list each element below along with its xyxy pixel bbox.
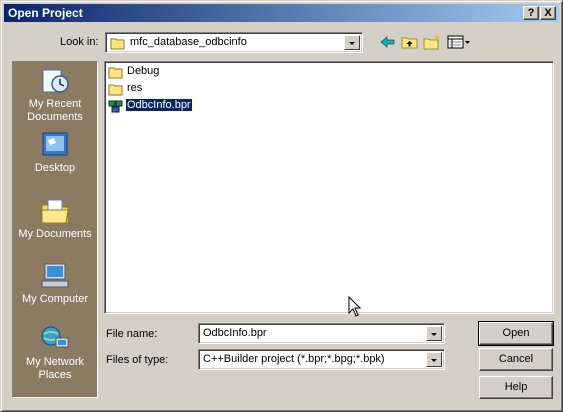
view-menu-icon[interactable] xyxy=(446,33,472,51)
cancel-button[interactable]: Cancel xyxy=(479,348,553,371)
help-button[interactable]: Help xyxy=(479,376,553,399)
place-network-places[interactable]: My Network Places xyxy=(13,324,97,382)
place-label: My Network Places xyxy=(25,356,85,381)
file-name-field[interactable]: OdbcInfo.bpr xyxy=(198,323,445,344)
place-desktop[interactable]: Desktop xyxy=(13,130,97,175)
file-name: res xyxy=(127,82,143,94)
files-of-type-label: Files of type: xyxy=(106,354,169,366)
file-name-label: File name: xyxy=(106,328,158,340)
project-file-icon xyxy=(108,100,123,113)
chevron-down-icon[interactable] xyxy=(426,352,442,367)
new-folder-icon[interactable] xyxy=(422,33,442,51)
up-one-level-icon[interactable] xyxy=(400,33,420,51)
back-icon[interactable] xyxy=(378,33,398,51)
file-name: OdbcInfo.bpr xyxy=(125,98,193,112)
help-caption-button[interactable]: ? xyxy=(523,6,539,20)
folder-icon xyxy=(108,67,123,79)
recent-documents-icon xyxy=(42,69,69,93)
folder-icon xyxy=(110,38,125,50)
file-name: Debug xyxy=(127,65,160,77)
dialog-title: Open Project xyxy=(8,6,83,20)
place-label: My Documents xyxy=(18,228,92,240)
mouse-cursor-icon xyxy=(348,296,362,317)
look-in-dropdown[interactable]: mfc_database_odbcinfo xyxy=(105,32,363,53)
place-label: Desktop xyxy=(34,162,76,174)
place-my-computer[interactable]: My Computer xyxy=(13,261,97,306)
files-of-type-dropdown[interactable]: C++Builder project (*.bpr;*.bpg;*.bpk) xyxy=(198,349,445,370)
look-in-label: Look in: xyxy=(60,36,99,48)
open-project-dialog: Open Project ? X Look in: mfc_database_o… xyxy=(0,0,563,412)
chevron-down-icon[interactable] xyxy=(426,326,442,341)
desktop-icon xyxy=(42,132,68,156)
open-button[interactable]: Open xyxy=(478,321,554,346)
my-computer-icon xyxy=(41,263,69,288)
chevron-down-icon[interactable] xyxy=(344,35,360,50)
file-name-value: OdbcInfo.bpr xyxy=(203,327,267,339)
close-button[interactable]: X xyxy=(540,6,556,20)
place-recent-documents[interactable]: My Recent Documents xyxy=(13,66,97,124)
place-label: My Recent Documents xyxy=(27,98,83,123)
place-my-documents[interactable]: My Documents xyxy=(13,196,97,241)
files-of-type-value: C++Builder project (*.bpr;*.bpg;*.bpk) xyxy=(203,353,385,365)
network-places-icon xyxy=(41,326,69,348)
places-bar: My Recent Documents Desktop My Documents xyxy=(12,61,98,398)
look-in-value: mfc_database_odbcinfo xyxy=(130,36,247,48)
file-list[interactable]: Debug res OdbcInfo.bpr xyxy=(104,61,554,314)
my-documents-icon xyxy=(41,199,69,224)
place-label: My Computer xyxy=(21,293,89,305)
title-bar[interactable]: Open Project ? X xyxy=(4,4,559,22)
folder-icon xyxy=(108,84,123,96)
